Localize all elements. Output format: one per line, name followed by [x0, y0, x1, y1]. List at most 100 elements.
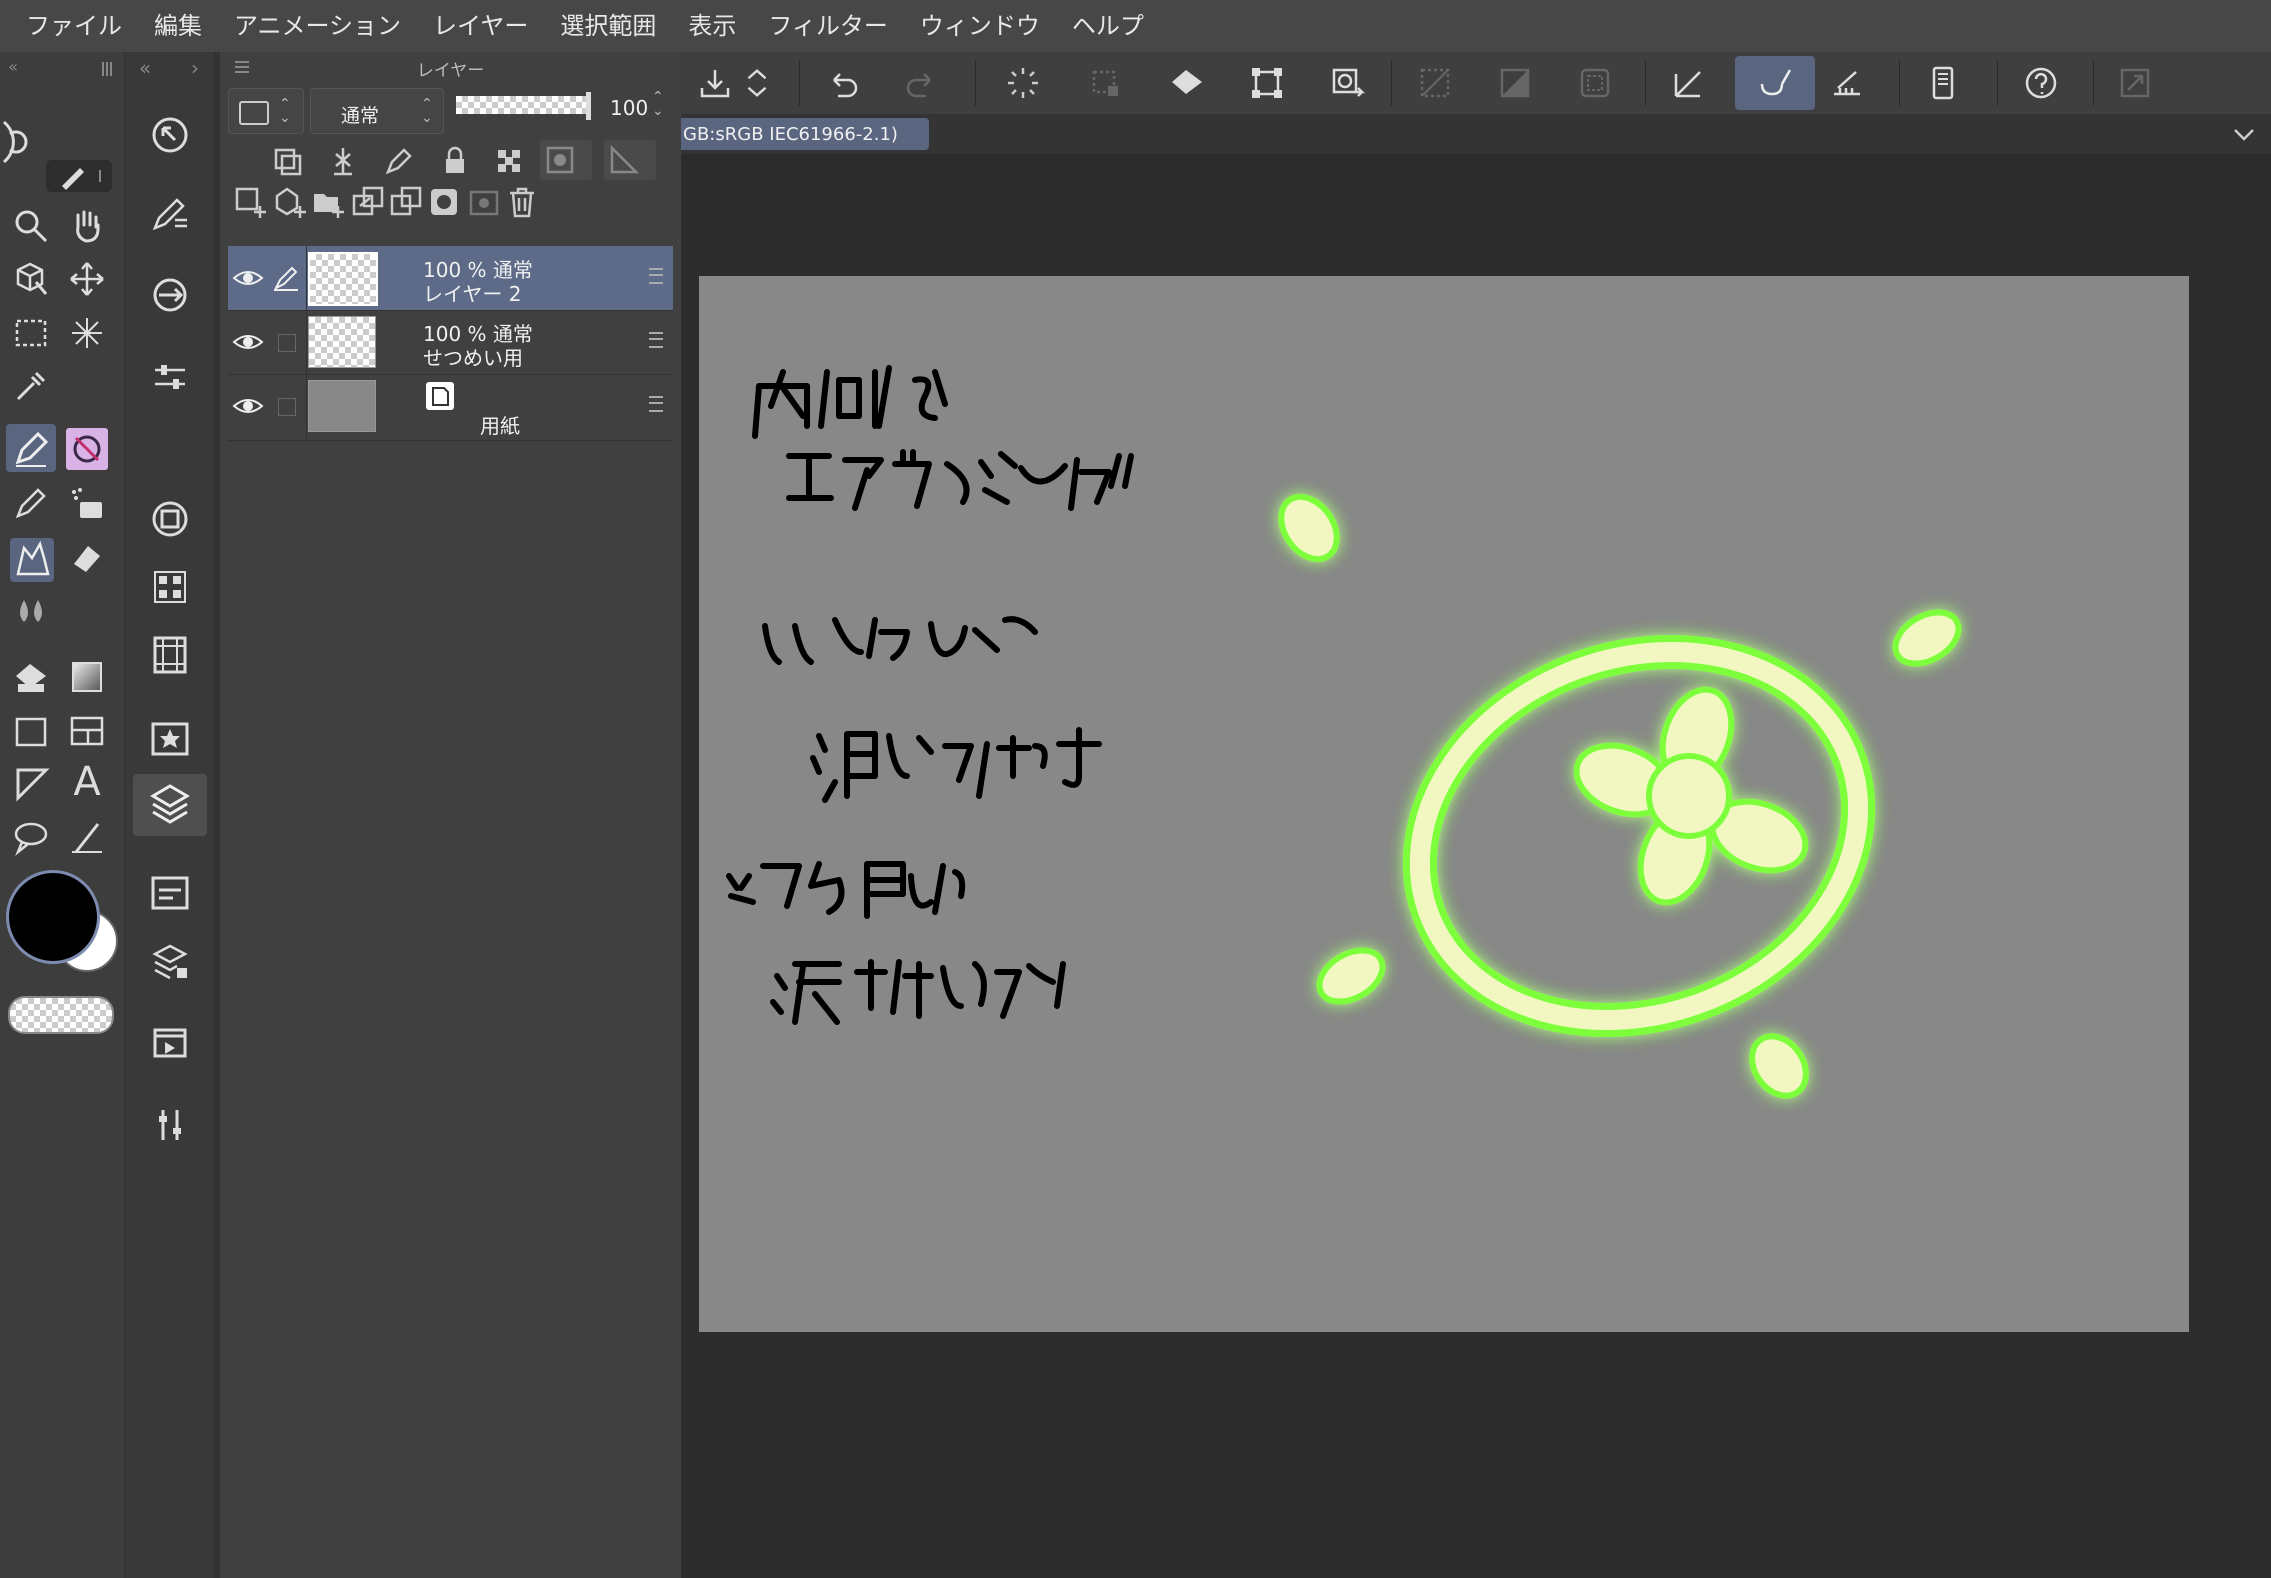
tool-property-icon[interactable]: [147, 354, 193, 400]
timeline-icon[interactable]: [147, 632, 193, 678]
snap-ruler-icon[interactable]: [1663, 58, 1715, 108]
menu-selection[interactable]: 選択範囲: [544, 0, 672, 52]
brush-tool-icon[interactable]: [10, 538, 54, 582]
clip-lower-layer-icon[interactable]: [270, 144, 304, 178]
menu-help[interactable]: ヘルプ: [1056, 0, 1160, 52]
menu-window[interactable]: ウィンドウ: [904, 0, 1056, 52]
tool-direct-draw[interactable]: [46, 160, 112, 192]
reference-layer-icon[interactable]: [326, 144, 360, 178]
menu-layer[interactable]: レイヤー: [417, 0, 544, 52]
menu-file[interactable]: ファイル: [0, 0, 138, 52]
zoom-tool-icon[interactable]: [12, 207, 50, 245]
text-tool-icon[interactable]: A: [66, 759, 108, 805]
create-mask-icon[interactable]: [426, 184, 462, 220]
brush-icon[interactable]: [1735, 56, 1815, 110]
rotate-canvas-icon[interactable]: [0, 112, 36, 172]
undo-icon[interactable]: [817, 58, 869, 108]
opacity-slider[interactable]: [456, 96, 588, 114]
airbrush-tool-icon[interactable]: [68, 484, 106, 522]
navigator-icon[interactable]: [147, 112, 193, 158]
save-icon[interactable]: [689, 58, 741, 108]
chevron-updown-icon[interactable]: [739, 58, 775, 108]
color-circle-icon[interactable]: [147, 496, 193, 542]
redo-icon[interactable]: [895, 58, 947, 108]
hand-tool-icon[interactable]: [68, 207, 106, 245]
loading-spinner-icon[interactable]: [997, 58, 1049, 108]
fill-tool-icon[interactable]: [12, 658, 50, 696]
eyedropper-icon[interactable]: [12, 367, 50, 405]
layer-checkbox[interactable]: [278, 334, 296, 352]
auto-select-icon[interactable]: [68, 314, 106, 352]
layer-row[interactable]: 100 % 通常 せつめい用: [228, 310, 673, 375]
eraser-tool-icon[interactable]: [68, 538, 106, 576]
move-layer-icon[interactable]: [68, 260, 106, 298]
adjustment-sliders-icon[interactable]: [147, 1102, 193, 1148]
menu-icon[interactable]: [649, 332, 663, 348]
panel-grip-icon[interactable]: [100, 60, 114, 78]
transparent-color-swatch[interactable]: [8, 996, 114, 1034]
apply-mask-icon[interactable]: [466, 184, 502, 220]
blend-mode-select[interactable]: 通常 ⌃ ⌄: [310, 88, 444, 134]
favorites-star-icon[interactable]: [147, 714, 193, 760]
layer-checkbox[interactable]: [278, 398, 296, 416]
ruler-tool-icon[interactable]: [12, 764, 50, 802]
menu-filter[interactable]: フィルター: [752, 0, 904, 52]
lock-transparent-icon[interactable]: [492, 144, 526, 178]
eye-icon[interactable]: [232, 390, 264, 422]
new-vector-layer-icon[interactable]: [272, 184, 308, 220]
menu-view[interactable]: 表示: [672, 0, 752, 52]
blend-tool-icon[interactable]: [12, 592, 50, 630]
device-icon[interactable]: [1917, 58, 1969, 108]
eye-icon[interactable]: [232, 262, 264, 294]
clear-selection-icon[interactable]: [1079, 58, 1131, 108]
opacity-slider-thumb[interactable]: [586, 92, 591, 120]
show-selection-icon[interactable]: [1569, 58, 1621, 108]
chevron-updown-icon[interactable]: ⌃ ⌄: [652, 90, 664, 118]
gradient-tool-icon[interactable]: [68, 658, 106, 696]
layer-property-icon[interactable]: [147, 870, 193, 916]
material-icon[interactable]: [147, 272, 193, 318]
chevron-down-icon[interactable]: [2231, 122, 2257, 148]
crop-selection-icon[interactable]: [1409, 58, 1461, 108]
lock-icon[interactable]: [438, 144, 472, 178]
eye-icon[interactable]: [232, 326, 264, 358]
decoration-tool-icon[interactable]: [66, 428, 108, 470]
menu-animation[interactable]: アニメーション: [218, 0, 417, 52]
sub-tool-icon[interactable]: [147, 190, 193, 236]
frame-tool-icon[interactable]: [68, 712, 106, 750]
color-set-icon[interactable]: [147, 564, 193, 610]
animation-cels-icon[interactable]: [147, 1018, 193, 1064]
layer-row[interactable]: 100 % 通常 レイヤー 2: [228, 246, 673, 311]
new-raster-layer-icon[interactable]: [232, 184, 268, 220]
canvas-paper[interactable]: [699, 276, 2189, 1332]
collapse-left-icon[interactable]: «: [4, 57, 22, 76]
menu-edit[interactable]: 編集: [138, 0, 218, 52]
transform-icon[interactable]: [1241, 58, 1293, 108]
opacity-value[interactable]: 100: [610, 96, 648, 120]
fill-bucket-icon[interactable]: [1161, 58, 1213, 108]
layer-color-toggle[interactable]: ⌃ ⌄: [228, 88, 304, 134]
pencil-tool-icon[interactable]: [12, 484, 50, 522]
layer-search-icon[interactable]: [147, 938, 193, 984]
invert-selection-icon[interactable]: [1489, 58, 1541, 108]
merge-layer-icon[interactable]: [388, 184, 424, 220]
ruler-show-icon[interactable]: [604, 140, 656, 180]
main-color-swatch[interactable]: [6, 870, 100, 964]
help-icon[interactable]: [2015, 58, 2067, 108]
chevron-right-icon[interactable]: ›: [185, 56, 205, 80]
document-tab[interactable]: GB:sRGB IEC61966-2.1): [681, 118, 929, 150]
selection-tool-icon[interactable]: [12, 314, 50, 352]
mask-enable-icon[interactable]: [540, 140, 592, 180]
menu-icon[interactable]: [649, 396, 663, 412]
delete-layer-icon[interactable]: [504, 184, 540, 220]
transfer-layer-icon[interactable]: [350, 184, 386, 220]
figure-tool-icon[interactable]: [12, 712, 50, 750]
correct-line-icon[interactable]: [68, 818, 106, 856]
convert-layer-icon[interactable]: [1321, 58, 1373, 108]
collapse-left-icon[interactable]: «: [135, 56, 155, 80]
new-folder-icon[interactable]: [310, 184, 346, 220]
layer-row[interactable]: 用紙: [228, 374, 673, 441]
layer-panel-icon[interactable]: [133, 774, 207, 836]
pen-tool-icon[interactable]: [6, 424, 56, 472]
object-tool-icon[interactable]: [12, 260, 50, 298]
